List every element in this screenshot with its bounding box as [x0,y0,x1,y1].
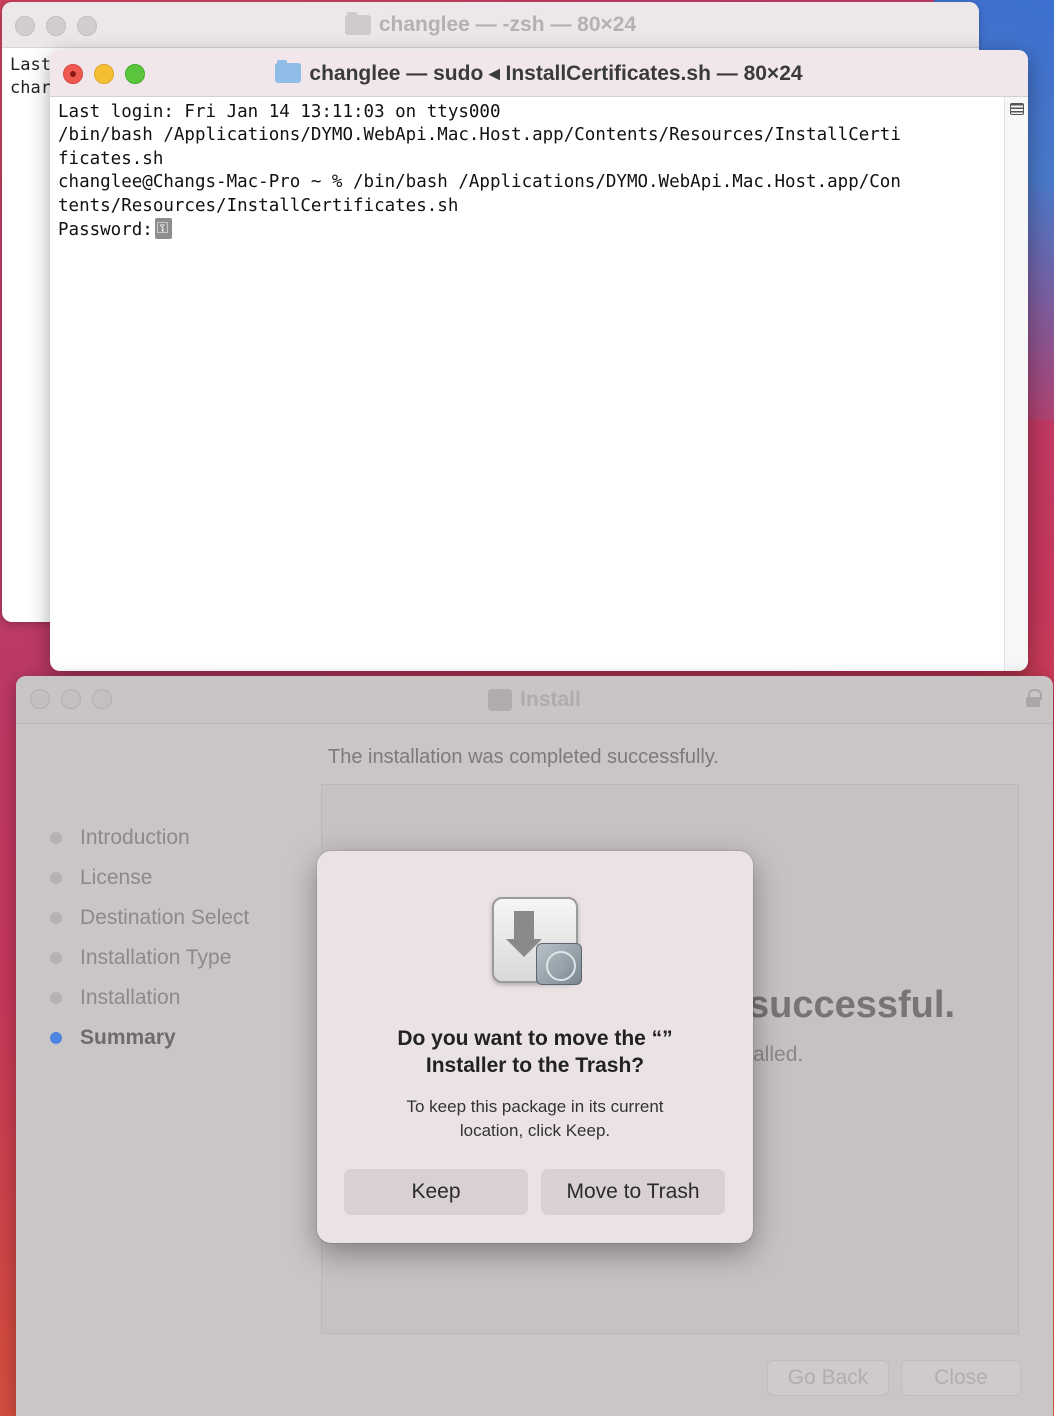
move-to-trash-dialog[interactable]: Do you want to move the “” Installer to … [317,851,753,1243]
password-prompt-line[interactable]: Password: [58,217,996,242]
dialog-message-line: To keep this package in its current [406,1097,664,1116]
result-title: successful. [748,984,955,1026]
terminal-line: Last login: Fri Jan 14 13:11:03 on ttys0… [58,102,501,122]
step-bullet [50,832,62,844]
terminal-line: ficates.sh [58,148,164,169]
installer-steps: Introduction License Destination Select … [50,818,249,1058]
folder-icon [344,11,371,35]
key-cursor-icon [154,217,172,240]
installer-titlebar[interactable]: Install [16,676,1053,724]
installer-icon [492,897,582,985]
window-title: changlee — sudo ◂ InstallCertificates.sh… [50,50,1028,96]
step-bullet [50,872,62,884]
window-title: changlee — -zsh — 80×24 [2,2,979,47]
window-title-text: changlee — -zsh — 80×24 [378,12,637,36]
close-installer-button[interactable]: Close [901,1360,1021,1396]
dialog-title-line: Do you want to move the “” [397,1027,673,1050]
terminal-output[interactable]: Last login: Fri Jan 14 13:11:03 on ttys0… [50,97,1004,671]
result-subtitle: alled. [753,1043,804,1066]
password-prompt: Password: [58,220,153,241]
step-label: Installation [80,986,181,1009]
terminal-window-front[interactable]: changlee — sudo ◂ InstallCertificates.sh… [50,50,1028,671]
step-label: Installation Type [80,946,232,969]
window-title-text: Install [520,687,581,711]
terminal-line: changlee@Changs-Mac-Pro ~ % /bin/bash /A… [58,172,901,193]
window-title-text: changlee — sudo ◂ InstallCertificates.sh… [309,61,803,85]
step-label: Summary [80,1026,176,1049]
step-license: License [50,858,249,898]
step-bullet [50,912,62,924]
step-bullet [50,952,62,964]
step-summary: Summary [50,1018,249,1058]
step-label: Destination Select [80,906,250,929]
installer-heading: The installation was completed successfu… [328,746,719,768]
hard-disk-icon [536,943,582,985]
terminal-line: tents/Resources/InstallCertificates.sh [58,195,459,216]
dialog-title: Do you want to move the “” Installer to … [317,1025,753,1079]
folder-icon [275,60,302,83]
terminal-line: /bin/bash /Applications/DYMO.WebApi.Mac.… [58,125,901,146]
terminal-back-titlebar[interactable]: changlee — -zsh — 80×24 [2,2,979,48]
step-bullet-active [50,1032,62,1044]
go-back-button[interactable]: Go Back [767,1360,889,1396]
step-bullet [50,992,62,1004]
terminal-back-text: Last char [10,55,51,98]
dialog-message: To keep this package in its current loca… [317,1095,753,1143]
dialog-title-line: Installer to the Trash? [425,1054,645,1077]
terminal-front-titlebar[interactable]: changlee — sudo ◂ InstallCertificates.sh… [50,50,1028,97]
dialog-message-line: location, click Keep. [459,1121,611,1140]
step-introduction: Introduction [50,818,249,858]
window-title: Install [16,676,1053,723]
step-destination-select: Destination Select [50,898,249,938]
step-installation-type: Installation Type [50,938,249,978]
move-to-trash-button[interactable]: Move to Trash [541,1169,725,1215]
lock-icon[interactable] [1026,689,1042,707]
terminal-scrollbar[interactable] [1004,97,1028,671]
keep-button[interactable]: Keep [344,1169,528,1215]
step-label: License [80,866,153,889]
package-icon [488,688,513,711]
marks-icon[interactable] [1010,103,1024,115]
step-installation: Installation [50,978,249,1018]
step-label: Introduction [80,826,190,849]
